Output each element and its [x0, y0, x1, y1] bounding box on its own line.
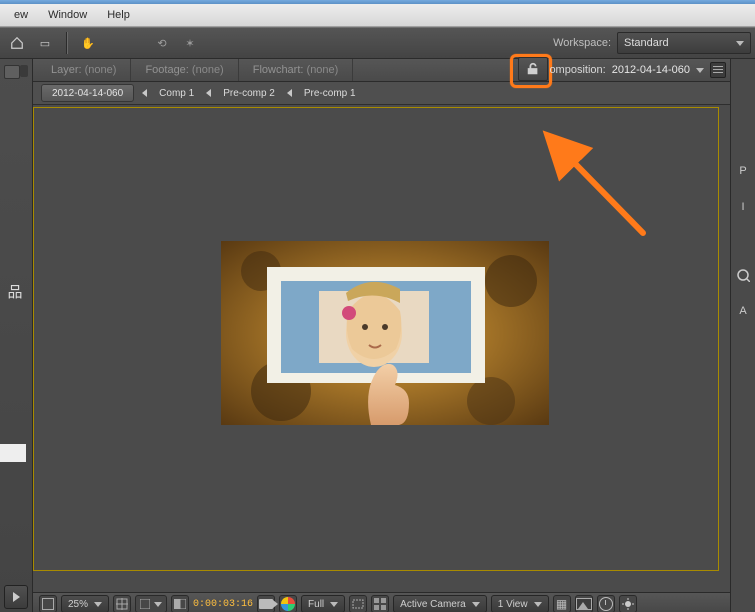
workspace-label: Workspace: [553, 37, 611, 49]
tab-footage-label: Footage: [145, 64, 188, 76]
center-column: Layer: (none) Footage: (none) Flowchart:… [33, 59, 730, 612]
breadcrumb-item[interactable]: Pre-comp 1 [300, 88, 360, 99]
grid-dropdown[interactable] [135, 595, 167, 612]
viewer-tabs: Layer: (none) Footage: (none) Flowchart:… [33, 59, 730, 82]
breadcrumb-item[interactable]: Pre-comp 2 [219, 88, 279, 99]
tool-star-icon[interactable]: ✶ [179, 32, 201, 54]
app-body: 品 Layer: (none) Footage: (none) Flowchar… [0, 59, 755, 612]
chevron-down-icon [94, 602, 102, 607]
play-icon [13, 592, 20, 602]
menu-item-help[interactable]: Help [97, 4, 140, 26]
timecode-display[interactable]: 0:00:03:16 [193, 599, 253, 610]
viewer-canvas[interactable] [33, 105, 730, 592]
menu-bar: ew Window Help [0, 4, 755, 27]
view-count-dropdown[interactable]: 1 View [491, 595, 549, 612]
resolution-value: Full [308, 599, 324, 610]
menu-item-view[interactable]: ew [4, 4, 38, 26]
transparency-grid-icon [374, 598, 386, 610]
tab-flowchart-label: Flowchart: [253, 64, 304, 76]
chevron-down-icon [534, 602, 542, 607]
tab-flowchart-value: (none) [307, 64, 339, 76]
tool-rotate-icon[interactable]: ⟲ [151, 32, 173, 54]
chevron-left-icon [206, 89, 211, 97]
view-count-value: 1 View [498, 599, 528, 610]
clock-icon [599, 597, 613, 611]
channel-button[interactable] [279, 595, 297, 612]
hierarchy-icon[interactable]: 品 [6, 285, 24, 301]
tool-select-icon[interactable]: ▭ [34, 32, 56, 54]
hand-icon: ✋ [81, 37, 95, 50]
tab-layer-value: (none) [85, 64, 117, 76]
star-icon: ✶ [185, 37, 194, 50]
transparency-grid-button[interactable] [371, 595, 389, 612]
right-panel-strip: P I A [730, 59, 755, 612]
left-panel-tab-menu-icon[interactable] [20, 65, 28, 77]
workspace-value: Standard [624, 37, 669, 49]
right-panel-tab[interactable]: P [732, 159, 754, 183]
chevron-down-icon [696, 68, 704, 73]
camera-dropdown[interactable]: Active Camera [393, 595, 487, 612]
right-panel-tab[interactable]: I [732, 195, 754, 219]
workspace-dropdown[interactable]: Standard [617, 32, 751, 54]
rotate-icon: ⟲ [157, 37, 166, 50]
right-panel-tab[interactable]: A [732, 299, 754, 323]
tab-footage[interactable]: Footage: (none) [131, 59, 238, 81]
mountain-icon [576, 598, 592, 610]
tool-bar: ▭ ✋ ⟲ ✶ Workspace: Standard [0, 27, 755, 59]
zoom-value: 25% [68, 599, 88, 610]
chevron-left-icon [142, 89, 147, 97]
tab-composition-value: 2012-04-14-060 [612, 64, 690, 76]
menu-item-window[interactable]: Window [38, 4, 97, 26]
breadcrumb-item[interactable]: Comp 1 [155, 88, 198, 99]
right-panel-tab[interactable] [732, 263, 754, 287]
chevron-down-icon [330, 602, 338, 607]
alpha-toggle-button[interactable] [39, 595, 57, 612]
viewer-status-bar: 25% 0:00:03:16 Full Active Camera 1 View [33, 592, 730, 612]
workspace-switcher: Workspace: Standard [553, 32, 751, 54]
tool-separator [66, 32, 67, 54]
tab-composition[interactable]: omposition: 2012-04-14-060 [549, 59, 726, 81]
chevron-left-icon [287, 89, 292, 97]
select-rect-icon: ▭ [40, 37, 50, 50]
lock-icon [526, 62, 540, 76]
tab-flowchart[interactable]: Flowchart: (none) [239, 59, 354, 81]
tool-home-icon[interactable] [6, 32, 28, 54]
roi-button[interactable] [349, 595, 367, 612]
resolution-dropdown[interactable]: Full [301, 595, 345, 612]
exposure-button[interactable] [619, 595, 637, 612]
left-panel-tab[interactable] [4, 65, 20, 79]
zoom-dropdown[interactable]: 25% [61, 595, 109, 612]
selected-item-indicator [0, 444, 26, 462]
preview-image [221, 241, 549, 425]
pixel-aspect-button[interactable]: ▦ [553, 595, 571, 612]
tab-layer-label: Layer: [51, 64, 82, 76]
breadcrumb: 2012-04-14-060 Comp 1 Pre-comp 2 Pre-com… [33, 82, 730, 105]
fast-preview-button[interactable] [575, 595, 593, 612]
color-wheel-icon [281, 597, 295, 611]
tab-composition-label: omposition: [549, 64, 605, 76]
tool-hand-icon[interactable]: ✋ [77, 32, 99, 54]
breadcrumb-root[interactable]: 2012-04-14-060 [41, 84, 134, 102]
viewer-lock-button[interactable] [518, 57, 548, 81]
guides-button[interactable] [113, 595, 131, 612]
timeline-button[interactable] [597, 595, 615, 612]
panel-menu-icon[interactable] [710, 62, 726, 78]
chevron-down-icon [736, 41, 744, 46]
chevron-down-icon [154, 602, 162, 607]
left-panel-strip: 品 [0, 59, 33, 612]
camera-value: Active Camera [400, 599, 466, 610]
chevron-down-icon [472, 602, 480, 607]
mask-toggle-button[interactable] [171, 595, 189, 612]
hash-icon: ▦ [556, 597, 567, 611]
camera-icon [259, 599, 273, 609]
tab-layer[interactable]: Layer: (none) [37, 59, 131, 81]
play-button[interactable] [4, 585, 28, 609]
tab-footage-value: (none) [192, 64, 224, 76]
snapshot-button[interactable] [257, 595, 275, 612]
